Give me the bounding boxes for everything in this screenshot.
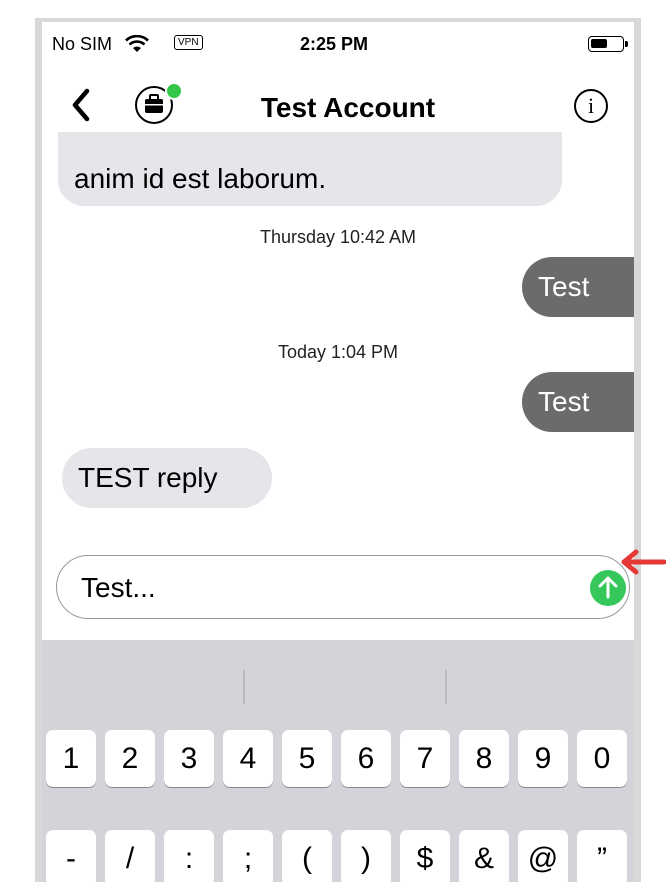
key[interactable]: 8 (459, 730, 509, 787)
key[interactable]: - (46, 830, 96, 882)
carrier-label: No SIM (52, 34, 113, 54)
key[interactable]: ( (282, 830, 332, 882)
suggestion-divider (243, 670, 245, 704)
key[interactable]: 1 (46, 730, 96, 787)
message-timestamp: Today 1:04 PM (277, 342, 399, 362)
contact-title: Test Account (260, 92, 436, 123)
message-input-value: Test... (81, 572, 156, 603)
key[interactable]: 6 (341, 730, 391, 787)
status-time: 2:25 PM (300, 34, 369, 54)
key[interactable]: ) (341, 830, 391, 882)
key[interactable]: / (105, 830, 155, 882)
phone-screen: No SIM VPN 2:25 PM Test Account i anim i… (42, 22, 634, 882)
key[interactable]: ” (577, 830, 627, 882)
key[interactable]: 2 (105, 730, 155, 787)
message-incoming[interactable]: TEST reply (62, 448, 272, 508)
key[interactable]: ; (223, 830, 273, 882)
key[interactable]: & (459, 830, 509, 882)
info-icon[interactable]: i (574, 89, 608, 123)
key[interactable]: 4 (223, 730, 273, 787)
key[interactable]: 0 (577, 730, 627, 787)
key[interactable]: : (164, 830, 214, 882)
annotation-arrow-icon (621, 549, 666, 575)
key[interactable]: 3 (164, 730, 214, 787)
status-bar: No SIM VPN 2:25 PM (42, 22, 634, 58)
message-outgoing[interactable]: Test (522, 372, 634, 432)
message-outgoing[interactable]: Test (522, 257, 634, 317)
send-button[interactable] (590, 570, 626, 606)
key[interactable]: 7 (400, 730, 450, 787)
arrow-up-icon (598, 576, 618, 599)
key[interactable]: 5 (282, 730, 332, 787)
wifi-icon (125, 35, 149, 52)
key[interactable]: @ (518, 830, 568, 882)
key[interactable]: $ (400, 830, 450, 882)
suggestion-divider (445, 670, 447, 704)
message-input-field[interactable]: Test... (56, 555, 630, 619)
message-incoming[interactable]: anim id est laborum. (58, 132, 562, 206)
vpn-badge: VPN (174, 35, 203, 50)
device-frame: No SIM VPN 2:25 PM Test Account i anim i… (35, 18, 641, 882)
battery-icon (588, 36, 628, 52)
keyboard: 1 2 3 4 5 6 7 8 9 0 - / : ; ( ) $ & @ ” (42, 640, 634, 882)
message-timestamp: Thursday 10:42 AM (259, 227, 417, 247)
key[interactable]: 9 (518, 730, 568, 787)
